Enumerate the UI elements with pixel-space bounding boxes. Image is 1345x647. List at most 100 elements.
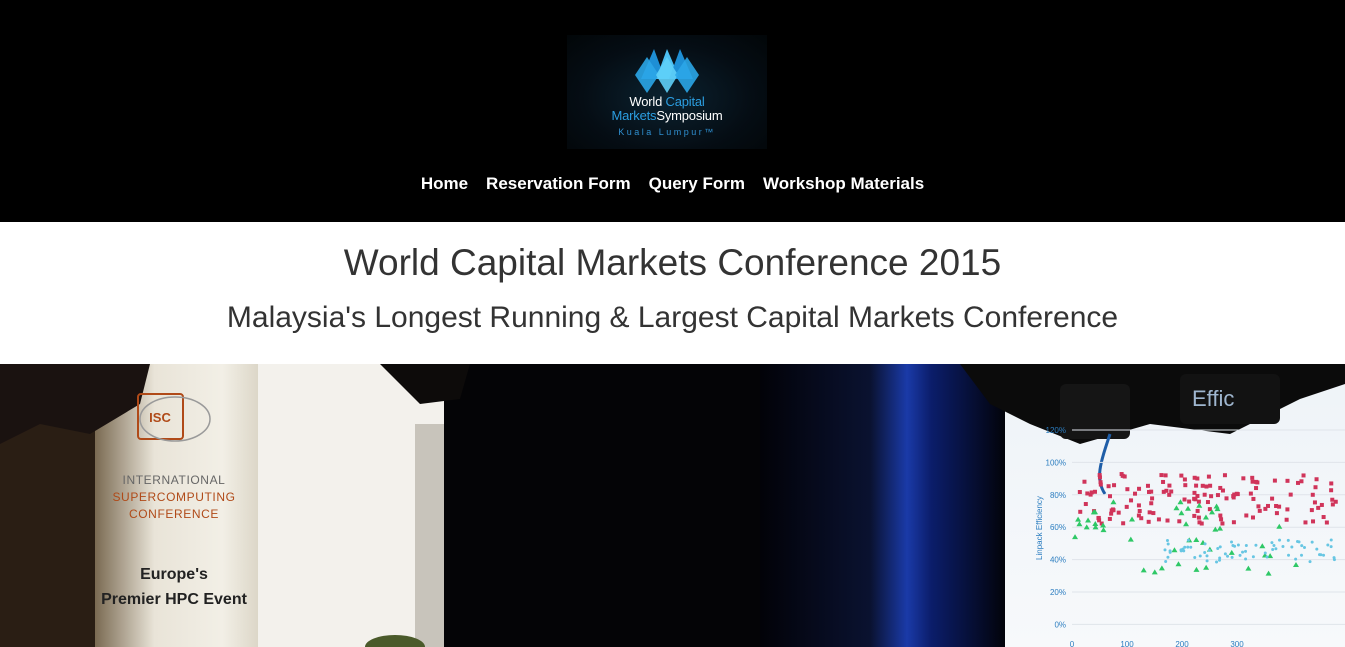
screen-point-cyan — [1165, 539, 1169, 543]
screen-point-red — [1192, 490, 1197, 495]
screen-point-red — [1255, 480, 1260, 485]
screen-point-red — [1179, 473, 1184, 478]
screen-point-cyan — [1278, 538, 1282, 542]
screen-point-red — [1274, 511, 1279, 516]
nav-reservation-form[interactable]: Reservation Form — [486, 174, 631, 194]
screen-point-red — [1161, 479, 1166, 484]
screen-point-red — [1321, 515, 1326, 520]
screen-point-red — [1149, 489, 1154, 494]
screen-point-red — [1106, 484, 1111, 489]
screen-point-cyan — [1270, 541, 1274, 545]
screen-point-red — [1204, 484, 1209, 489]
screen-ylabel: Linpack Efficiency — [1035, 496, 1044, 560]
screen-point-red — [1254, 486, 1259, 491]
screen-point-red — [1182, 497, 1187, 502]
screen-point-cyan — [1203, 542, 1207, 546]
banner-org-name: INTERNATIONAL SUPERCOMPUTING CONFERENCE — [100, 472, 248, 523]
screen-point-red — [1301, 473, 1306, 478]
screen-point-red — [1150, 496, 1155, 501]
screen-point-cyan — [1241, 550, 1245, 554]
site-header: World Capital MarketsSymposium Kuala Lum… — [0, 0, 1345, 222]
nav-workshop-materials[interactable]: Workshop Materials — [763, 174, 924, 194]
screen-point-red — [1082, 479, 1087, 484]
screen-point-red — [1112, 483, 1117, 488]
screen-point-cyan — [1263, 551, 1267, 555]
screen-point-cyan — [1244, 557, 1248, 561]
logo-line-3: Kuala Lumpur™ — [618, 127, 716, 137]
logo-line-1: World Capital — [567, 95, 767, 109]
screen-point-red — [1209, 494, 1214, 499]
site-logo[interactable]: World Capital MarketsSymposium Kuala Lum… — [567, 35, 767, 149]
nav-home[interactable]: Home — [421, 174, 468, 194]
screen-point-red — [1147, 510, 1152, 515]
screen-point-cyan — [1322, 553, 1326, 557]
screen-ytick-label: 100% — [1046, 458, 1066, 467]
screen-point-red — [1205, 500, 1210, 505]
screen-point-red — [1296, 480, 1301, 485]
screen-point-red — [1085, 491, 1090, 496]
screen-point-cyan — [1281, 545, 1285, 549]
screen-point-cyan — [1272, 543, 1276, 547]
screen-point-red — [1285, 478, 1290, 483]
screen-point-red — [1319, 502, 1324, 507]
main-nav: Home Reservation Form Query Form Worksho… — [0, 174, 1345, 194]
screen-point-red — [1329, 481, 1334, 486]
screen-point-red — [1330, 497, 1335, 502]
screen-point-red — [1256, 504, 1261, 509]
screen-point-red — [1250, 479, 1255, 484]
screen-point-cyan — [1251, 555, 1255, 559]
screen-point-cyan — [1286, 538, 1290, 542]
screen-point-cyan — [1300, 544, 1304, 548]
screen-point-red — [1146, 519, 1151, 524]
screen-point-cyan — [1271, 547, 1275, 551]
screen-point-red — [1285, 507, 1290, 512]
page-title: World Capital Markets Conference 2015 — [343, 242, 1002, 283]
screen-xtick-label: 100 — [1120, 640, 1134, 647]
screen-point-red — [1089, 490, 1094, 495]
nav-query-form[interactable]: Query Form — [649, 174, 745, 194]
screen-point-red — [1218, 485, 1223, 490]
screen-point-cyan — [1274, 547, 1278, 551]
screen-point-red — [1133, 491, 1138, 496]
screen-point-cyan — [1198, 554, 1202, 558]
screen-point-red — [1107, 516, 1112, 521]
logo-word-capital: Capital — [665, 94, 705, 109]
screen-point-red — [1250, 475, 1255, 480]
screen-point-red — [1119, 472, 1124, 477]
screen-point-cyan — [1215, 560, 1219, 564]
screen-point-red — [1244, 513, 1249, 518]
logo-word-symposium: Symposium — [656, 108, 723, 123]
banner-tagline-line-2: Premier HPC Event — [101, 591, 247, 608]
screen-point-red — [1136, 513, 1141, 518]
screen-point-cyan — [1236, 543, 1240, 547]
screen-point-cyan — [1207, 548, 1211, 552]
screen-point-red — [1272, 478, 1277, 483]
screen-point-cyan — [1226, 554, 1230, 558]
screen-point-cyan — [1186, 538, 1190, 542]
banner-tagline-line-1: Europe's — [140, 566, 208, 583]
screen-point-cyan — [1193, 556, 1197, 560]
screen-point-red — [1121, 521, 1126, 526]
banner-tagline: Europe's Premier HPC Event — [98, 562, 250, 612]
logo-word-markets: Markets — [611, 108, 657, 123]
screen-point-red — [1137, 486, 1142, 491]
screen-point-red — [1167, 492, 1172, 497]
screen-point-cyan — [1329, 538, 1333, 542]
logo-line-2: MarketsSymposium — [567, 109, 767, 123]
screen-point-cyan — [1218, 545, 1222, 549]
screen-point-red — [1313, 485, 1318, 490]
screen-point-red — [1163, 473, 1168, 478]
screen-point-red — [1156, 517, 1161, 522]
screen-point-red — [1083, 502, 1088, 507]
screen-point-red — [1206, 474, 1211, 479]
screen-point-red — [1177, 519, 1182, 524]
screen-ytick-label: 80% — [1050, 491, 1066, 500]
screen-point-red — [1096, 516, 1101, 521]
screen-point-cyan — [1244, 544, 1248, 548]
screen-point-cyan — [1223, 552, 1227, 556]
screen-point-cyan — [1203, 550, 1207, 554]
screen-point-red — [1222, 473, 1227, 478]
screen-ytick-label: 40% — [1050, 556, 1066, 565]
screen-point-red — [1330, 502, 1335, 507]
screen-point-red — [1248, 491, 1253, 496]
